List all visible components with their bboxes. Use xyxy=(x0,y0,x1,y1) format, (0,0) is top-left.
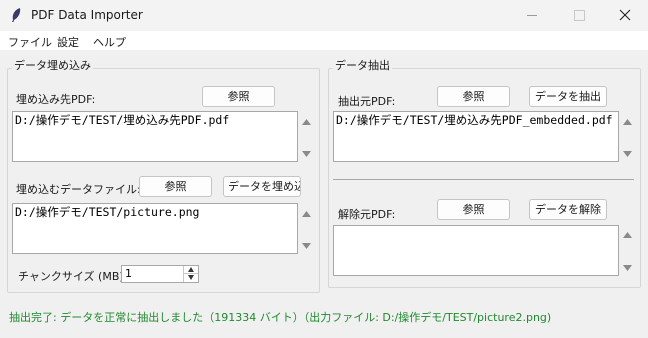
target-pdf-label: 埋め込み先PDF: xyxy=(16,93,96,106)
data-file-label: 埋め込むデータファイル: xyxy=(16,183,141,196)
chunk-size-value[interactable]: 1 xyxy=(125,267,132,280)
embed-group-label: データ埋め込み xyxy=(12,57,93,73)
data-file-path-field[interactable]: D:/操作デモ/TEST/picture.png xyxy=(12,203,298,254)
menu-settings[interactable]: 設定 xyxy=(57,34,79,50)
release-path-field[interactable] xyxy=(333,225,619,276)
extract-data-button[interactable]: データを抽出 xyxy=(529,86,607,107)
close-icon xyxy=(619,9,631,21)
maximize-button[interactable] xyxy=(556,0,602,31)
triangle-up-icon[interactable] xyxy=(302,119,311,125)
feather-icon xyxy=(12,8,21,22)
file-browse-button[interactable]: 参照 xyxy=(139,176,212,197)
status-message: 抽出完了: データを正常に抽出しました（191334 バイト）（出力ファイル: … xyxy=(9,311,552,324)
source-browse-button[interactable]: 参照 xyxy=(437,86,510,107)
embed-data-button[interactable]: データを埋め込む xyxy=(223,176,301,197)
triangle-up-icon[interactable] xyxy=(623,119,632,125)
menu-help[interactable]: ヘルプ xyxy=(93,34,126,50)
spin-buttons xyxy=(183,266,198,282)
menu-bar: ファイル 設定 ヘルプ xyxy=(0,31,648,50)
release-pdf-label: 解除元PDF: xyxy=(338,208,396,221)
triangle-down-icon xyxy=(188,275,194,280)
triangle-up-icon[interactable] xyxy=(623,232,632,238)
spin-up-button[interactable] xyxy=(184,266,198,274)
menu-file[interactable]: ファイル xyxy=(8,34,52,50)
separator xyxy=(333,179,634,180)
source-path-field[interactable]: D:/操作デモ/TEST/埋め込み先PDF_embedded.pdf xyxy=(333,111,619,162)
triangle-up-icon xyxy=(188,267,194,272)
release-data-button[interactable]: データを解除 xyxy=(529,199,607,220)
triangle-down-icon[interactable] xyxy=(302,243,311,249)
release-browse-button[interactable]: 参照 xyxy=(437,199,510,220)
triangle-down-icon[interactable] xyxy=(623,265,632,271)
window-title: PDF Data Importer xyxy=(31,8,143,22)
minimize-button[interactable] xyxy=(510,0,556,31)
title-bar: PDF Data Importer xyxy=(0,0,648,31)
source-pdf-label: 抽出元PDF: xyxy=(338,95,396,108)
chunk-size-label: チャンクサイズ (MB): xyxy=(18,270,128,283)
target-browse-button[interactable]: 参照 xyxy=(202,86,275,107)
extract-group-label: データ抽出 xyxy=(333,57,392,73)
close-button[interactable] xyxy=(602,0,648,31)
chunk-size-spinbox[interactable]: 1 xyxy=(121,265,199,283)
triangle-down-icon[interactable] xyxy=(302,151,311,157)
spin-down-button[interactable] xyxy=(184,274,198,282)
target-path-field[interactable]: D:/操作デモ/TEST/埋め込み先PDF.pdf xyxy=(12,111,298,162)
triangle-down-icon[interactable] xyxy=(623,151,632,157)
triangle-up-icon[interactable] xyxy=(302,211,311,217)
